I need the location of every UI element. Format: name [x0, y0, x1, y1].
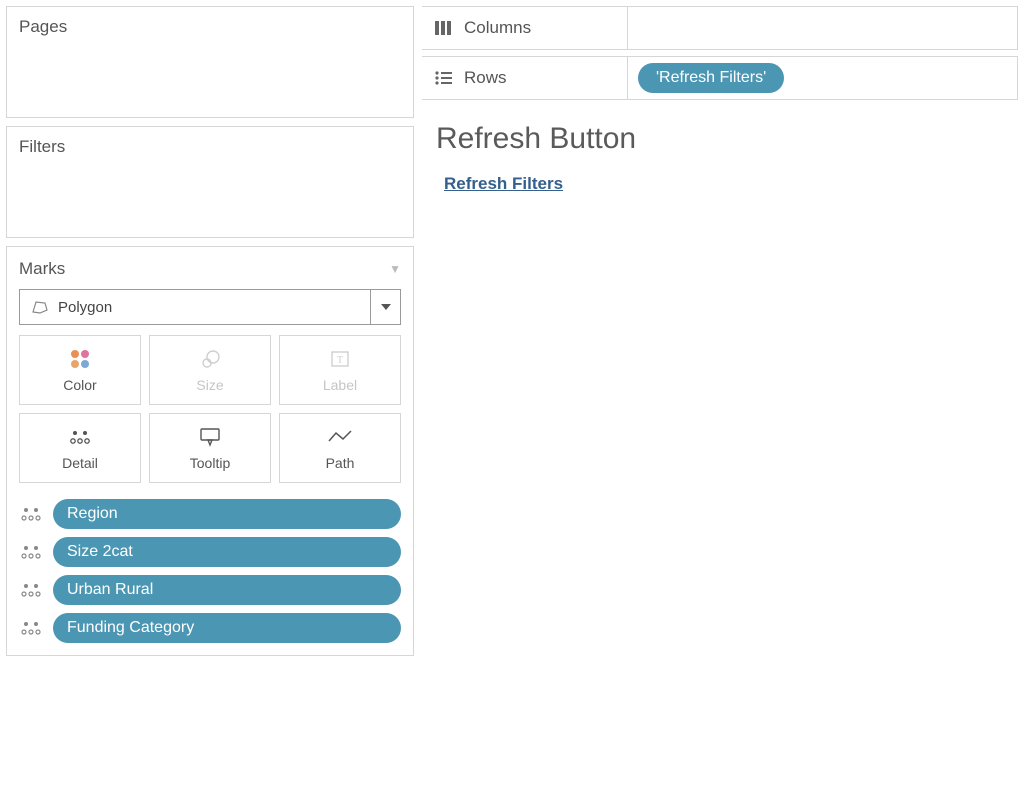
- rows-shelf[interactable]: Rows 'Refresh Filters': [422, 56, 1018, 100]
- marks-tooltip-label: Tooltip: [190, 455, 230, 471]
- pill-row: Funding Category: [19, 613, 401, 643]
- sheet-title[interactable]: Refresh Button: [436, 122, 1004, 156]
- detail-icon: [68, 428, 92, 446]
- label-icon: T: [330, 350, 350, 368]
- tooltip-icon: [198, 427, 222, 447]
- rows-label: Rows: [464, 68, 507, 88]
- pill-label: Urban Rural: [67, 581, 153, 599]
- marks-color-label: Color: [63, 377, 96, 393]
- filters-shelf[interactable]: Filters: [6, 126, 414, 238]
- marks-path-button[interactable]: Path: [279, 413, 401, 483]
- field-pill-region[interactable]: Region: [53, 499, 401, 529]
- marks-label: Marks: [19, 259, 65, 279]
- field-pill-urbanrural[interactable]: Urban Rural: [53, 575, 401, 605]
- marks-color-button[interactable]: Color: [19, 335, 141, 405]
- marks-label-button[interactable]: T Label: [279, 335, 401, 405]
- pill-row: Size 2cat: [19, 537, 401, 567]
- marks-label-label: Label: [323, 377, 357, 393]
- rows-icon: [434, 70, 452, 86]
- polygon-icon: [32, 300, 48, 314]
- detail-icon[interactable]: [19, 505, 43, 523]
- color-dots-icon: [69, 350, 91, 368]
- marks-detail-label: Detail: [62, 455, 98, 471]
- columns-dropzone[interactable]: [628, 7, 1017, 49]
- marks-detail-button[interactable]: Detail: [19, 413, 141, 483]
- detail-icon[interactable]: [19, 619, 43, 637]
- mark-type-select[interactable]: Polygon: [19, 289, 401, 325]
- path-icon: [327, 429, 353, 445]
- marks-path-label: Path: [326, 455, 355, 471]
- refresh-filters-link[interactable]: Refresh Filters: [436, 174, 563, 193]
- pages-shelf[interactable]: Pages: [6, 6, 414, 118]
- pill-label: Region: [67, 505, 118, 523]
- marks-card: Marks ▼ Polygon: [6, 246, 414, 656]
- size-icon: [199, 349, 221, 369]
- detail-icon[interactable]: [19, 581, 43, 599]
- pages-label: Pages: [19, 17, 401, 37]
- pill-row: Region: [19, 499, 401, 529]
- svg-text:T: T: [337, 355, 343, 366]
- filters-label: Filters: [19, 137, 401, 157]
- pill-row: Urban Rural: [19, 575, 401, 605]
- pill-label: Funding Category: [67, 619, 194, 637]
- marks-size-button[interactable]: Size: [149, 335, 271, 405]
- mark-type-value: Polygon: [58, 299, 112, 316]
- columns-shelf[interactable]: Columns: [422, 6, 1018, 50]
- pill-label: 'Refresh Filters': [656, 69, 766, 87]
- pill-label: Size 2cat: [67, 543, 133, 561]
- columns-icon: [434, 20, 452, 36]
- marks-collapse-icon[interactable]: ▼: [389, 262, 401, 276]
- marks-tooltip-button[interactable]: Tooltip: [149, 413, 271, 483]
- detail-icon[interactable]: [19, 543, 43, 561]
- rows-dropzone[interactable]: 'Refresh Filters': [628, 57, 1017, 99]
- detail-pill-list: Region Size 2cat: [19, 499, 401, 643]
- field-pill-size2cat[interactable]: Size 2cat: [53, 537, 401, 567]
- marks-size-label: Size: [196, 377, 223, 393]
- mark-type-dropdown-icon[interactable]: [370, 290, 400, 324]
- field-pill-fundingcategory[interactable]: Funding Category: [53, 613, 401, 643]
- field-pill-refreshfilters[interactable]: 'Refresh Filters': [638, 63, 784, 93]
- columns-label: Columns: [464, 18, 531, 38]
- viz-canvas: Refresh Button Refresh Filters: [422, 114, 1018, 202]
